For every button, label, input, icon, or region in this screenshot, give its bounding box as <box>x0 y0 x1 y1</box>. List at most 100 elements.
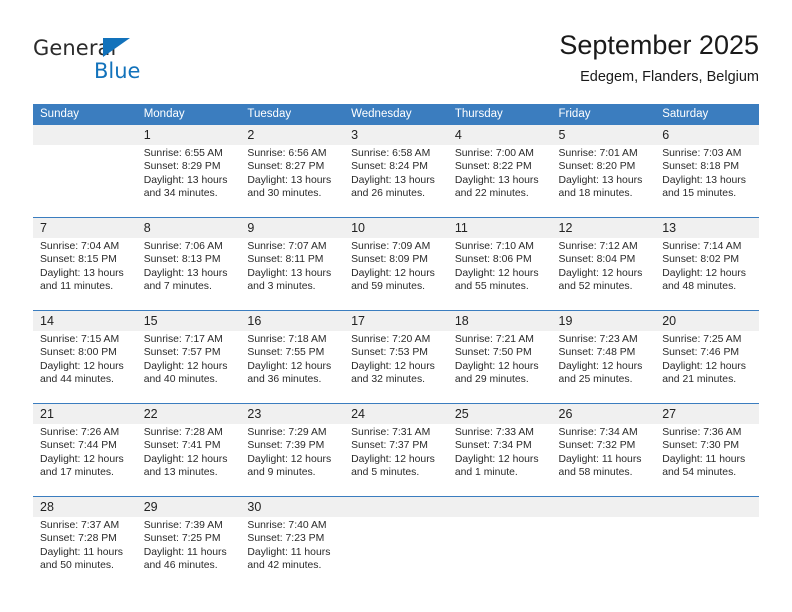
day-cell[interactable]: Sunrise: 7:36 AM Sunset: 7:30 PM Daylight:… <box>655 424 759 496</box>
weekday-header-saturday: Saturday <box>655 104 759 125</box>
day-cell[interactable]: Sunrise: 7:10 AM Sunset: 8:06 PM Daylight:… <box>447 238 552 310</box>
sunrise-text: Sunrise: 7:33 AM <box>454 427 534 438</box>
day-number[interactable]: 9 <box>240 218 345 238</box>
day-cell[interactable]: Sunrise: 7:29 AM Sunset: 7:39 PM Daylight:… <box>240 424 345 496</box>
day-cell[interactable]: Sunrise: 6:58 AM Sunset: 8:24 PM Daylight:… <box>344 145 448 217</box>
day-number[interactable]: 20 <box>655 311 759 331</box>
day-cell[interactable]: Sunrise: 7:21 AM Sunset: 7:50 PM Daylight:… <box>447 331 552 403</box>
day-number[interactable]: 7 <box>33 218 137 238</box>
sunset-text: Sunset: 7:23 PM <box>247 533 325 545</box>
daylight-text: Daylight: 12 hours and 13 minutes. <box>143 453 228 479</box>
day-number[interactable]: 26 <box>551 404 656 424</box>
day-detail-row: Sunrise: 6:55 AM Sunset: 8:29 PM Daylight:… <box>33 145 759 217</box>
sunrise-text: Sunrise: 7:00 AM <box>454 148 534 159</box>
daylight-text: Daylight: 12 hours and 40 minutes. <box>143 360 228 386</box>
day-cell[interactable]: Sunrise: 7:25 AM Sunset: 7:46 PM Daylight:… <box>655 331 759 403</box>
daylight-text: Daylight: 12 hours and 48 minutes. <box>662 267 746 293</box>
day-number[interactable]: 6 <box>655 125 759 145</box>
day-cell[interactable]: Sunrise: 7:03 AM Sunset: 8:18 PM Daylight:… <box>655 145 759 217</box>
day-number[interactable]: 27 <box>655 404 759 424</box>
sunrise-text: Sunrise: 7:39 AM <box>143 520 223 531</box>
sunset-text: Sunset: 8:11 PM <box>247 254 324 266</box>
daylight-text: Daylight: 13 hours and 34 minutes. <box>143 174 228 200</box>
day-cell[interactable]: Sunrise: 7:00 AM Sunset: 8:22 PM Daylight:… <box>447 145 552 217</box>
day-number-empty <box>33 125 137 145</box>
day-number[interactable]: 15 <box>136 311 241 331</box>
day-number[interactable]: 22 <box>136 404 241 424</box>
day-cell[interactable]: Sunrise: 7:07 AM Sunset: 8:11 PM Daylight:… <box>240 238 345 310</box>
sunset-text: Sunset: 7:46 PM <box>662 347 740 359</box>
day-cell[interactable]: Sunrise: 7:33 AM Sunset: 7:34 PM Daylight:… <box>447 424 552 496</box>
logo-triangle-icon <box>103 38 130 57</box>
day-number[interactable]: 2 <box>240 125 345 145</box>
day-cell[interactable]: Sunrise: 7:37 AM Sunset: 7:28 PM Daylight:… <box>33 517 137 589</box>
day-number[interactable]: 5 <box>551 125 656 145</box>
daylight-text: Daylight: 11 hours and 50 minutes. <box>40 546 123 572</box>
day-cell[interactable]: Sunrise: 7:31 AM Sunset: 7:37 PM Daylight:… <box>344 424 448 496</box>
day-number-row: 123456 <box>33 125 759 145</box>
day-detail-row: Sunrise: 7:37 AM Sunset: 7:28 PM Daylight:… <box>33 517 759 589</box>
sunrise-text: Sunrise: 7:25 AM <box>662 334 742 345</box>
day-cell[interactable]: Sunrise: 7:40 AM Sunset: 7:23 PM Daylight:… <box>240 517 345 589</box>
day-cell[interactable]: Sunrise: 6:55 AM Sunset: 8:29 PM Daylight:… <box>136 145 241 217</box>
calendar-body: 1 2 3 4 5 6 Sunrise: 6:55 AM Sunset: 8:29 PM Day… <box>33 125 759 589</box>
day-number[interactable]: 10 <box>344 218 448 238</box>
daylight-text: Daylight: 11 hours and 54 minutes. <box>662 453 746 479</box>
day-cell[interactable]: Sunrise: 7:01 AM Sunset: 8:20 PM Daylight:… <box>551 145 656 217</box>
day-number[interactable]: 16 <box>240 311 345 331</box>
day-cell[interactable]: Sunrise: 7:39 AM Sunset: 7:25 PM Daylight:… <box>136 517 241 589</box>
day-cell[interactable]: Sunrise: 7:09 AM Sunset: 8:09 PM Daylight:… <box>344 238 448 310</box>
day-cell[interactable]: Sunrise: 7:04 AM Sunset: 8:15 PM Daylight:… <box>33 238 137 310</box>
day-cell[interactable]: Sunrise: 7:18 AM Sunset: 7:55 PM Daylight:… <box>240 331 345 403</box>
day-cell[interactable]: Sunrise: 7:06 AM Sunset: 8:13 PM Daylight:… <box>136 238 241 310</box>
sunset-text: Sunset: 7:30 PM <box>662 440 740 452</box>
day-cell[interactable]: Sunrise: 7:17 AM Sunset: 7:57 PM Daylight:… <box>136 331 241 403</box>
day-number[interactable]: 1 <box>136 125 241 145</box>
sunrise-text: Sunrise: 7:07 AM <box>247 241 327 252</box>
day-number[interactable]: 29 <box>136 497 241 517</box>
page-subtitle: Edegem, Flanders, Belgium <box>580 69 759 85</box>
daylight-text: Daylight: 11 hours and 42 minutes. <box>247 546 331 572</box>
day-number[interactable]: 19 <box>551 311 656 331</box>
day-number[interactable]: 18 <box>447 311 552 331</box>
sunset-text: Sunset: 7:57 PM <box>143 347 221 359</box>
title-block: September 2025 Edegem, Flanders, Belgium <box>559 28 759 87</box>
day-number[interactable]: 14 <box>33 311 137 331</box>
day-number[interactable]: 21 <box>33 404 137 424</box>
day-cell[interactable]: Sunrise: 7:12 AM Sunset: 8:04 PM Daylight:… <box>551 238 656 310</box>
day-cell[interactable]: Sunrise: 7:26 AM Sunset: 7:44 PM Daylight:… <box>33 424 137 496</box>
sunset-text: Sunset: 7:44 PM <box>40 440 117 452</box>
day-number[interactable]: 17 <box>344 311 448 331</box>
sunrise-text: Sunrise: 7:12 AM <box>558 241 638 252</box>
day-cell[interactable]: Sunrise: 7:28 AM Sunset: 7:41 PM Daylight:… <box>136 424 241 496</box>
day-cell[interactable]: Sunrise: 7:15 AM Sunset: 8:00 PM Daylight:… <box>33 331 137 403</box>
day-cell[interactable]: Sunrise: 7:14 AM Sunset: 8:02 PM Daylight:… <box>655 238 759 310</box>
day-number[interactable]: 8 <box>136 218 241 238</box>
day-cell[interactable]: Sunrise: 7:20 AM Sunset: 7:53 PM Daylight:… <box>344 331 448 403</box>
sunset-text: Sunset: 7:34 PM <box>454 440 532 452</box>
day-number[interactable]: 25 <box>447 404 552 424</box>
daylight-text: Daylight: 13 hours and 18 minutes. <box>558 174 643 200</box>
day-number[interactable]: 12 <box>551 218 656 238</box>
day-number[interactable]: 3 <box>344 125 448 145</box>
day-cell[interactable]: Sunrise: 6:56 AM Sunset: 8:27 PM Daylight:… <box>240 145 345 217</box>
day-number[interactable]: 23 <box>240 404 345 424</box>
sunrise-text: Sunrise: 7:28 AM <box>143 427 223 438</box>
sunrise-text: Sunrise: 6:55 AM <box>143 148 223 159</box>
day-cell[interactable]: Sunrise: 7:34 AM Sunset: 7:32 PM Daylight:… <box>551 424 656 496</box>
sunrise-text: Sunrise: 7:04 AM <box>40 241 120 252</box>
sunrise-text: Sunrise: 7:06 AM <box>143 241 223 252</box>
day-number[interactable]: 4 <box>447 125 552 145</box>
day-number[interactable]: 28 <box>33 497 137 517</box>
weekday-header-thursday: Thursday <box>447 104 552 125</box>
sunrise-text: Sunrise: 7:29 AM <box>247 427 327 438</box>
sunset-text: Sunset: 7:39 PM <box>247 440 325 452</box>
day-detail-row: Sunrise: 7:15 AM Sunset: 8:00 PM Daylight:… <box>33 331 759 403</box>
page-title: September 2025 <box>559 30 759 60</box>
sunrise-text: Sunrise: 7:20 AM <box>351 334 431 345</box>
day-cell[interactable]: Sunrise: 7:23 AM Sunset: 7:48 PM Daylight:… <box>551 331 656 403</box>
day-number[interactable]: 13 <box>655 218 759 238</box>
day-number[interactable]: 30 <box>240 497 345 517</box>
day-number[interactable]: 24 <box>344 404 448 424</box>
day-number[interactable]: 11 <box>447 218 552 238</box>
